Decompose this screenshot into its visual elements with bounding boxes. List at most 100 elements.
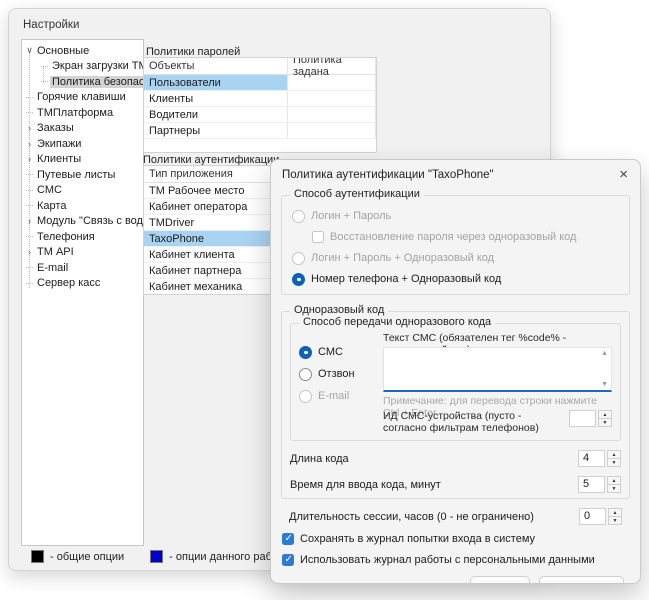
sms-device-label: ИД СМС-устройства (пусто - согласно филь… <box>383 410 569 434</box>
tree-connector <box>24 267 35 268</box>
table-row[interactable]: Пользователи <box>144 75 376 91</box>
spin-up-icon[interactable]: ▲ <box>599 411 611 419</box>
tree-connector <box>24 236 35 237</box>
policy-cell[interactable] <box>288 75 376 90</box>
spin-up-icon[interactable]: ▲ <box>608 451 620 459</box>
otp-group: Одноразовый код Способ передачи одноразо… <box>281 311 630 499</box>
radio-callback[interactable]: Отзвон <box>299 367 383 381</box>
spin-up-icon[interactable]: ▲ <box>609 509 621 517</box>
column-header-policy[interactable]: Политика задана <box>288 58 376 74</box>
tree-item-tmplatforma[interactable]: ТМПлатформа <box>22 105 143 121</box>
tree-item-sms[interactable]: СМС <box>22 183 143 199</box>
code-time-spinner: 5 ▲ ▼ <box>578 476 621 493</box>
dialog-header: Политика аутентификации "TaxoPhone" × <box>271 160 640 186</box>
session-duration-input[interactable]: 0 <box>579 508 606 525</box>
tree-item-goryachie-klavishi[interactable]: Горячие клавиши <box>22 90 143 106</box>
scroll-down-icon[interactable]: ▼ <box>601 381 608 388</box>
common-options-label: - общие опции <box>50 551 124 563</box>
spin-up-icon[interactable]: ▲ <box>608 477 620 485</box>
chevron-right-icon[interactable]: › <box>24 216 35 226</box>
auth-policy-dialog: Политика аутентификации "TaxoPhone" × Сп… <box>270 159 641 584</box>
settings-tree: ∨ Основные Экран загрузки ТМ Политика бе… <box>21 39 144 546</box>
spin-down-icon[interactable]: ▼ <box>608 485 620 492</box>
tree-item-email[interactable]: E-mail <box>22 260 143 276</box>
sms-device-input[interactable] <box>569 410 596 427</box>
object-cell[interactable]: Партнеры <box>144 123 288 138</box>
session-duration-spinner: 0 ▲ ▼ <box>579 508 622 525</box>
radio-icon[interactable] <box>292 252 305 265</box>
spin-down-icon[interactable]: ▼ <box>609 517 621 524</box>
tree-item-server-kass[interactable]: Сервер касс <box>22 276 143 292</box>
tree-item-politika-bezopasnosti[interactable]: Политика безопасност <box>22 74 143 90</box>
tree-connector <box>24 112 35 113</box>
tree-item-putevye-listy[interactable]: Путевые листы <box>22 167 143 183</box>
check-icon: ✔ <box>484 581 494 585</box>
radio-phone-otp[interactable]: Номер телефона + Одноразовый код <box>292 272 619 286</box>
checkbox-icon[interactable] <box>312 231 324 243</box>
radio-login-password-otp[interactable]: Логин + Пароль + Одноразовый код <box>292 251 619 265</box>
scroll-up-icon[interactable]: ▲ <box>601 350 608 357</box>
spin-down-icon[interactable]: ▼ <box>599 419 611 426</box>
radio-sms[interactable]: СМС <box>299 345 383 359</box>
sms-note: Примечание: для перевода строки нажмите … <box>383 395 612 407</box>
table-header: Объекты Политика задана <box>144 58 376 75</box>
tree-item-modul-svyaz[interactable]: › Модуль "Связь с водителя <box>22 214 143 230</box>
ok-button[interactable]: ✔ OK <box>470 576 531 584</box>
radio-checked-icon[interactable] <box>299 346 312 359</box>
sms-device-spinner: ▲ ▼ <box>569 410 612 427</box>
object-cell[interactable]: Водители <box>144 107 288 122</box>
cancel-button[interactable]: ✖ Отмена <box>539 576 624 584</box>
code-length-label: Длина кода <box>290 453 578 465</box>
tree-connector <box>24 174 35 175</box>
cross-icon: ✖ <box>553 581 563 585</box>
code-length-input[interactable]: 4 <box>578 450 605 467</box>
tree-item-ekran-zagruzki[interactable]: Экран загрузки ТМ <box>22 59 143 75</box>
radio-checked-icon[interactable] <box>292 273 305 286</box>
code-length-spinner: 4 ▲ ▼ <box>578 450 621 467</box>
chevron-right-icon[interactable]: › <box>24 154 35 164</box>
chevron-right-icon[interactable]: › <box>24 139 35 149</box>
chevron-down-icon[interactable]: ∨ <box>24 45 35 56</box>
close-icon[interactable]: × <box>619 167 628 182</box>
tree-item-zakazy[interactable]: › Заказы <box>22 121 143 137</box>
radio-login-password[interactable]: Логин + Пароль <box>292 209 619 223</box>
tree-item-karta[interactable]: Карта <box>22 198 143 214</box>
chevron-right-icon[interactable]: › <box>24 247 35 257</box>
checkbox-personal-data-journal[interactable]: Использовать журнал работы с персональны… <box>282 553 630 567</box>
policy-cell[interactable] <box>288 107 376 122</box>
checkbox-log-attempts[interactable]: Сохранять в журнал попытки входа в систе… <box>282 532 630 546</box>
code-time-row: Время для ввода кода, минут 5 ▲ ▼ <box>290 476 621 493</box>
checkbox-checked-icon[interactable] <box>282 533 294 545</box>
otp-delivery-group: Способ передачи одноразового кода СМС От… <box>290 323 621 441</box>
window-title: Настройки <box>23 19 79 31</box>
auth-method-group: Способ аутентификации Логин + Пароль Вос… <box>281 195 630 295</box>
policy-cell[interactable] <box>288 91 376 106</box>
table-row[interactable]: Водители <box>144 107 376 123</box>
code-time-input[interactable]: 5 <box>578 476 605 493</box>
radio-icon[interactable] <box>299 390 312 403</box>
table-row[interactable]: Клиенты <box>144 91 376 107</box>
tree-connector <box>24 283 35 284</box>
chevron-right-icon[interactable]: › <box>24 123 35 133</box>
sms-text-input[interactable]: ▲ ▼ <box>383 347 612 392</box>
sms-text-label: Текст СМС (обязателен тег %code% - однор… <box>383 332 612 345</box>
table-row[interactable]: Партнеры <box>144 123 376 139</box>
column-header-objects[interactable]: Объекты <box>144 58 288 74</box>
otp-group-title: Одноразовый код <box>290 304 388 316</box>
tree-connector <box>39 81 50 82</box>
object-cell[interactable]: Клиенты <box>144 91 288 106</box>
policy-cell[interactable] <box>288 123 376 138</box>
tree-item-telefoniya[interactable]: Телефония <box>22 229 143 245</box>
object-cell[interactable]: Пользователи <box>144 75 288 90</box>
radio-email[interactable]: E-mail <box>299 389 383 403</box>
workplace-options-swatch <box>150 550 163 563</box>
tree-item-tm-api[interactable]: › ТМ API <box>22 245 143 261</box>
tree-item-klienty[interactable]: › Клиенты <box>22 152 143 168</box>
radio-icon[interactable] <box>299 368 312 381</box>
checkbox-checked-icon[interactable] <box>282 554 294 566</box>
checkbox-password-recovery[interactable]: Восстановление пароля через одноразовый … <box>312 230 619 244</box>
radio-icon[interactable] <box>292 210 305 223</box>
tree-item-ekipazhi[interactable]: › Экипажи <box>22 136 143 152</box>
tree-item-osnovnye[interactable]: ∨ Основные <box>22 43 143 59</box>
spin-down-icon[interactable]: ▼ <box>608 459 620 466</box>
